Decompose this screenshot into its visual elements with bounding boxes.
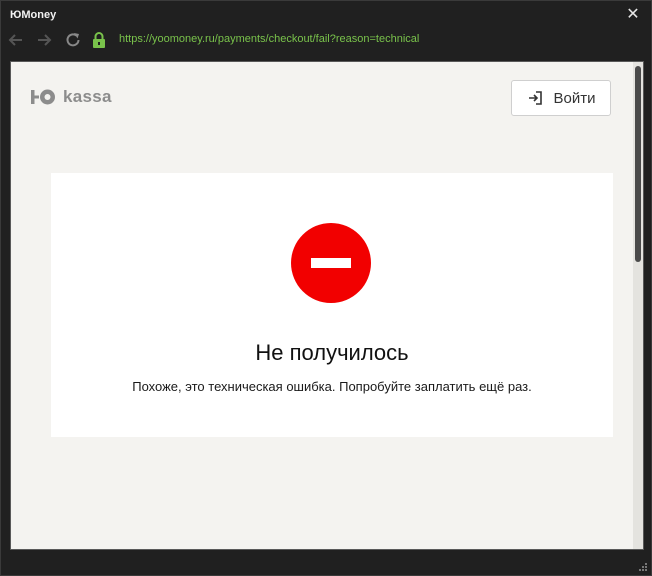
no-entry-bar bbox=[311, 258, 351, 268]
vertical-scrollbar[interactable] bbox=[633, 62, 643, 549]
resize-grip-icon[interactable] bbox=[638, 562, 648, 572]
forward-arrow-icon[interactable] bbox=[34, 30, 54, 50]
lock-icon bbox=[93, 32, 105, 48]
yoo-logo-mark-icon bbox=[31, 89, 55, 105]
back-arrow-icon[interactable] bbox=[6, 30, 26, 50]
no-entry-icon bbox=[291, 223, 371, 303]
login-button[interactable]: Войти bbox=[511, 80, 611, 116]
logo-word: kassa bbox=[63, 87, 112, 106]
login-button-label: Войти bbox=[553, 89, 596, 107]
error-message: Похоже, это техническая ошибка. Попробуй… bbox=[132, 379, 532, 394]
reload-icon[interactable] bbox=[63, 30, 83, 50]
page-viewport: kassa Войти Не получилось Похоже, это те… bbox=[10, 61, 644, 550]
yookassa-logo: kassa bbox=[31, 86, 112, 108]
navigation-bar: https://yoomoney.ru/payments/checkout/fa… bbox=[1, 29, 651, 51]
title-bar: ЮMoney ✕ bbox=[1, 1, 651, 29]
login-icon bbox=[528, 91, 542, 105]
error-card: Не получилось Похоже, это техническая ош… bbox=[51, 173, 613, 437]
close-button[interactable]: ✕ bbox=[625, 7, 641, 23]
address-bar-url[interactable]: https://yoomoney.ru/payments/checkout/fa… bbox=[119, 33, 419, 45]
scrollbar-thumb[interactable] bbox=[635, 66, 641, 262]
browser-window: ЮMoney ✕ https://yoomoney.ru/payments/ch… bbox=[0, 0, 652, 576]
window-title: ЮMoney bbox=[10, 9, 57, 21]
error-title: Не получилось bbox=[255, 340, 409, 365]
